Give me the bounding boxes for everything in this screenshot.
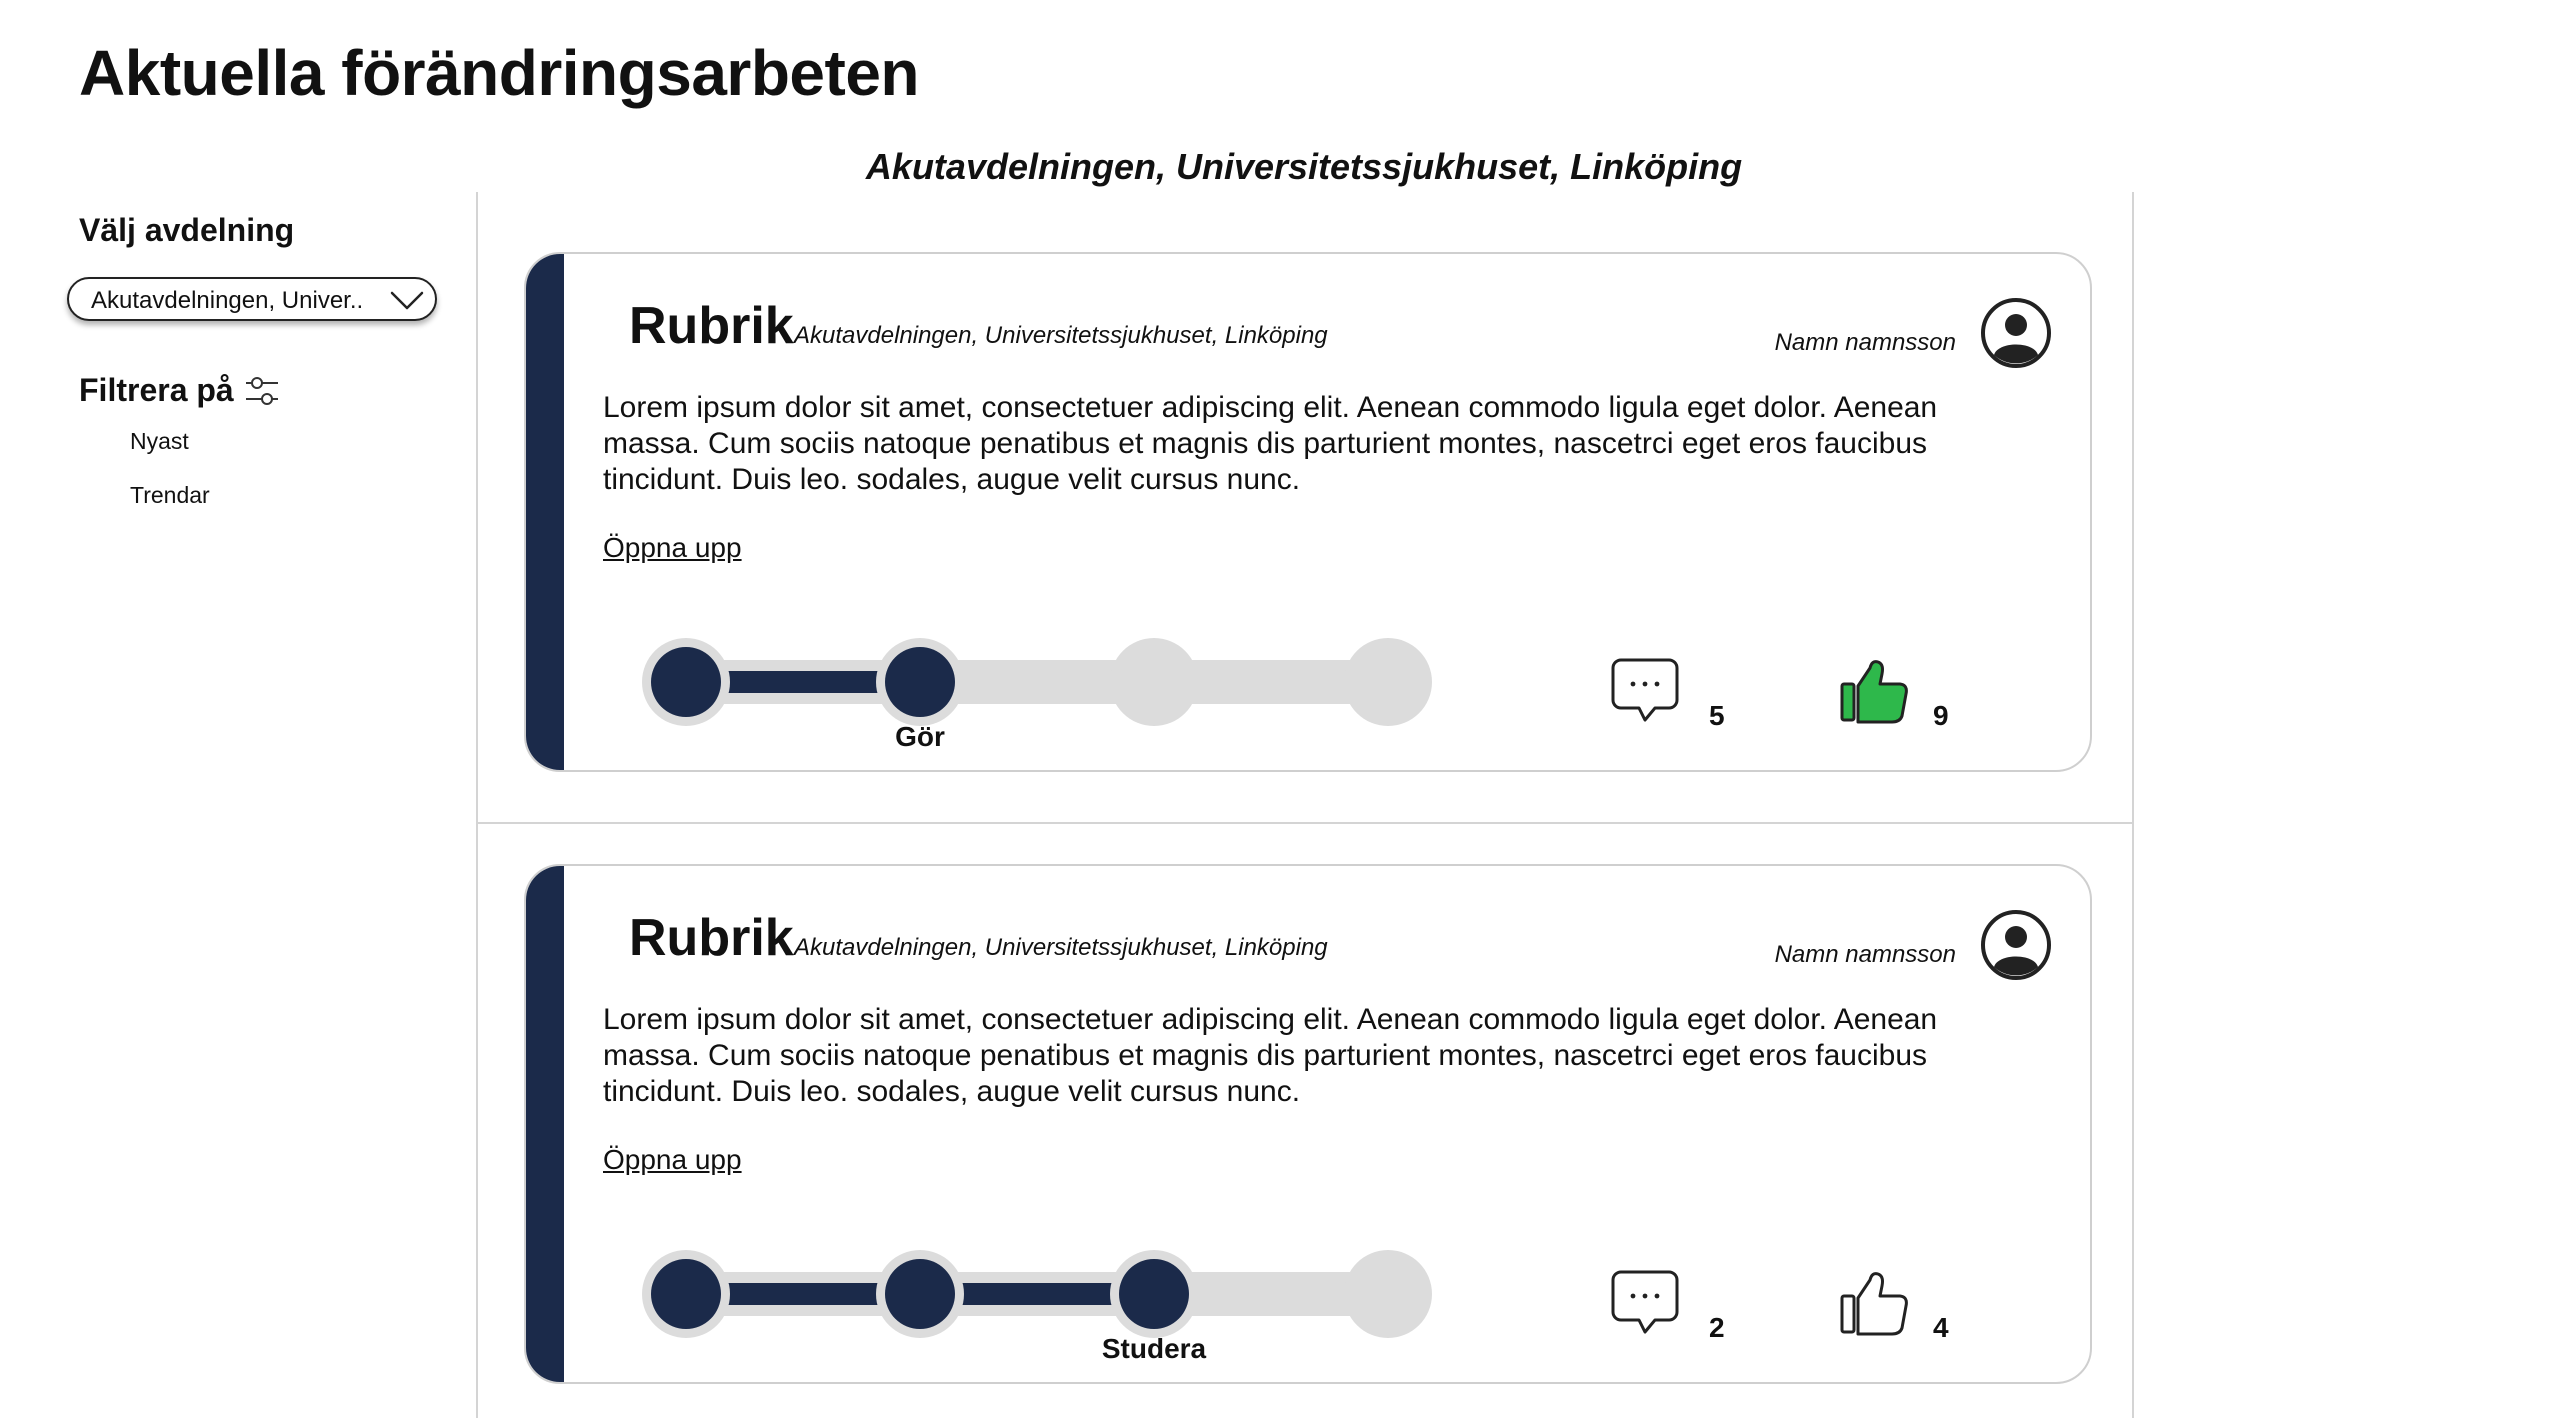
choose-department-label: Välj avdelning <box>79 212 295 248</box>
feed-divider <box>478 822 2132 824</box>
user-avatar-icon[interactable] <box>1980 297 2052 369</box>
progress-step-active <box>885 1259 955 1329</box>
card-accent-bar <box>526 866 564 1382</box>
filter-trending[interactable]: Trendar <box>130 482 210 509</box>
post-author: Namn namnsson <box>1774 941 1956 968</box>
filter-newest[interactable]: Nyast <box>130 428 189 455</box>
comment-count: 2 <box>1709 1312 1725 1343</box>
progress-step-active <box>1119 1259 1189 1329</box>
progress-step-outer <box>1344 1250 1432 1338</box>
feed-left-border <box>476 192 478 1418</box>
filter-label: Filtrera på <box>79 372 234 408</box>
like-count: 9 <box>1933 700 1949 731</box>
comment-icon[interactable] <box>1611 656 1679 724</box>
chevron-down-icon <box>390 291 424 310</box>
post-card: Rubrik Akutavdelningen, Universitetssjuk… <box>524 252 2092 772</box>
post-title: Rubrik <box>629 909 794 967</box>
progress-step-active <box>651 647 721 717</box>
progress-current-label: Studera <box>1102 1333 1207 1364</box>
like-count: 4 <box>1933 1312 1949 1343</box>
card-accent-bar <box>526 254 564 770</box>
thumbs-up-icon[interactable] <box>1838 1266 1912 1340</box>
feed-right-border <box>2132 192 2134 1418</box>
page-title: Aktuella förändringsarbeten <box>79 37 920 109</box>
progress-step-outer <box>1110 638 1198 726</box>
department-dropdown-value: Akutavdelningen, Univer.. <box>91 287 364 314</box>
post-location: Akutavdelningen, Universitetssjukhuset, … <box>794 934 1328 961</box>
progress-current-label: Gör <box>895 721 945 752</box>
filter-sliders-icon[interactable] <box>243 372 281 410</box>
thumbs-up-icon[interactable] <box>1838 654 1912 728</box>
post-body: Lorem ipsum dolor sit amet, consectetuer… <box>603 1003 1938 1108</box>
comment-count: 5 <box>1709 700 1725 731</box>
open-post-link[interactable]: Öppna upp <box>603 1144 742 1176</box>
open-post-link[interactable]: Öppna upp <box>603 532 742 564</box>
post-location: Akutavdelningen, Universitetssjukhuset, … <box>794 322 1328 349</box>
progress-step-active <box>651 1259 721 1329</box>
progress-step-active <box>885 647 955 717</box>
post-card: Rubrik Akutavdelningen, Universitetssjuk… <box>524 864 2092 1384</box>
post-author: Namn namnsson <box>1774 329 1956 356</box>
progress-stepper: Studera <box>642 1250 1432 1364</box>
department-dropdown[interactable]: Akutavdelningen, Univer.. <box>67 277 437 321</box>
post-body: Lorem ipsum dolor sit amet, consectetuer… <box>603 391 1938 496</box>
progress-step-outer <box>1344 638 1432 726</box>
post-title: Rubrik <box>629 297 794 355</box>
page: Aktuella förändringsarbeten Akutavdelnin… <box>0 0 2560 1418</box>
progress-stepper: Gör <box>642 638 1432 752</box>
department-heading: Akutavdelningen, Universitetssjukhuset, … <box>865 146 1743 187</box>
comment-icon[interactable] <box>1611 1268 1679 1336</box>
user-avatar-icon[interactable] <box>1980 909 2052 981</box>
